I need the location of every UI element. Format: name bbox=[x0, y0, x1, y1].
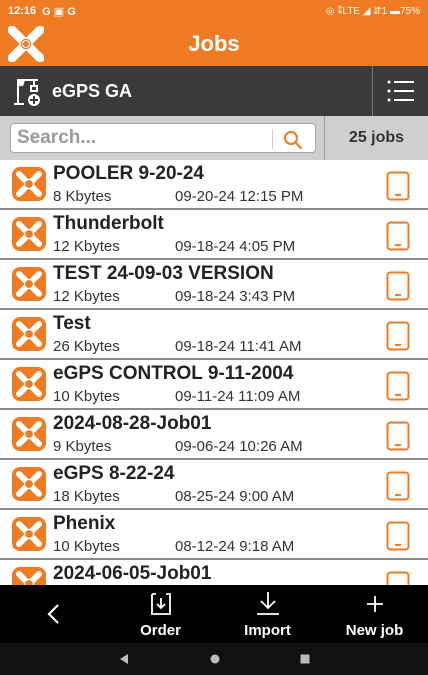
order-button[interactable]: Order bbox=[107, 585, 214, 643]
status-time: 12:16 bbox=[8, 5, 37, 17]
list-item[interactable]: eGPS 8-22-24 18 Kbytes 08-25-24 9:00 AM bbox=[0, 460, 428, 510]
job-size: 10 Kbytes bbox=[53, 538, 120, 555]
phone-outline-icon[interactable] bbox=[386, 221, 410, 251]
app-bar: Jobs bbox=[0, 22, 428, 66]
job-size: 12 Kbytes bbox=[53, 288, 120, 305]
list-menu-icon bbox=[387, 80, 414, 102]
job-size: 9 Kbytes bbox=[53, 438, 112, 455]
job-count: 25 jobs bbox=[324, 116, 428, 160]
plus-icon bbox=[366, 595, 383, 612]
list-item[interactable]: Phenix 10 Kbytes 08-12-24 9:18 AM bbox=[0, 510, 428, 560]
list-item[interactable]: 2024-08-28-Job01 9 Kbytes 09-06-24 10:26… bbox=[0, 410, 428, 460]
bottom-action-bar: Order Import New job bbox=[0, 585, 428, 643]
nav-recents-icon[interactable] bbox=[300, 654, 310, 664]
status-bar: 12:16 G ▣ G ◎ ⁑LTE ◢ ⇵1 ▬75% bbox=[0, 0, 428, 22]
search-separator bbox=[272, 129, 273, 149]
order-icon bbox=[150, 592, 171, 615]
egps-logo-icon bbox=[12, 217, 46, 251]
import-button[interactable]: Import bbox=[214, 585, 321, 643]
egps-logo-icon bbox=[12, 367, 46, 401]
job-name: POOLER 9-20-24 bbox=[53, 163, 204, 184]
phone-outline-icon[interactable] bbox=[386, 571, 410, 585]
job-list[interactable]: POOLER 9-20-24 8 Kbytes 09-20-24 12:15 P… bbox=[0, 160, 428, 585]
job-size: 12 Kbytes bbox=[53, 238, 120, 255]
job-size: 10 Kbytes bbox=[53, 388, 120, 405]
back-button[interactable] bbox=[0, 585, 107, 643]
menu-button[interactable] bbox=[372, 66, 428, 116]
search-box[interactable] bbox=[10, 123, 316, 153]
job-date: 08-25-24 9:00 AM bbox=[175, 488, 295, 505]
egps-logo-icon bbox=[12, 267, 46, 301]
egps-logo-icon bbox=[12, 467, 46, 501]
status-system: ◎ ⁑LTE ◢ ⇵1 ▬75% bbox=[325, 5, 420, 17]
order-label: Order bbox=[140, 621, 181, 639]
job-name: Phenix bbox=[53, 513, 116, 534]
phone-outline-icon[interactable] bbox=[386, 271, 410, 301]
list-item[interactable]: 2024-06-05-Job01 13 Kbytes 06-05-24 3:48… bbox=[0, 560, 428, 585]
new-job-label: New job bbox=[345, 621, 404, 639]
download-icon bbox=[256, 591, 279, 615]
list-item[interactable]: POOLER 9-20-24 8 Kbytes 09-20-24 12:15 P… bbox=[0, 160, 428, 210]
list-item[interactable]: Test 26 Kbytes 09-18-24 11:41 AM bbox=[0, 310, 428, 360]
phone-outline-icon[interactable] bbox=[386, 421, 410, 451]
phone-outline-icon[interactable] bbox=[386, 171, 410, 201]
page-title: Jobs bbox=[188, 31, 240, 56]
project-bar[interactable]: eGPS GA bbox=[0, 66, 428, 116]
list-item[interactable]: Thunderbolt 12 Kbytes 09-18-24 4:05 PM bbox=[0, 210, 428, 260]
egps-logo-icon bbox=[12, 417, 46, 451]
egps-logo-icon bbox=[12, 167, 46, 201]
nav-home-icon[interactable] bbox=[210, 654, 220, 664]
egps-logo-icon bbox=[12, 567, 46, 585]
search-icon[interactable] bbox=[283, 130, 303, 150]
job-name: Test bbox=[53, 313, 91, 334]
job-date: 09-18-24 3:43 PM bbox=[175, 288, 296, 305]
egps-logo-icon bbox=[12, 317, 46, 351]
job-name: eGPS 8-22-24 bbox=[53, 463, 175, 484]
search-input[interactable] bbox=[11, 124, 261, 152]
egps-logo-icon[interactable] bbox=[8, 26, 44, 62]
system-nav-bar bbox=[0, 643, 428, 675]
job-size: 8 Kbytes bbox=[53, 188, 112, 205]
job-size: 18 Kbytes bbox=[53, 488, 120, 505]
crane-icon bbox=[14, 79, 40, 106]
job-date: 09-06-24 10:26 AM bbox=[175, 438, 303, 455]
search-bar: 25 jobs bbox=[0, 116, 428, 160]
job-name: TEST 24-09-03 VERSION bbox=[53, 263, 274, 284]
phone-outline-icon[interactable] bbox=[386, 371, 410, 401]
import-label: Import bbox=[244, 621, 291, 639]
status-notifications: G ▣ G bbox=[42, 5, 76, 18]
job-date: 08-12-24 9:18 AM bbox=[175, 538, 295, 555]
phone-outline-icon[interactable] bbox=[386, 321, 410, 351]
list-item[interactable]: eGPS CONTROL 9-11-2004 10 Kbytes 09-11-2… bbox=[0, 360, 428, 410]
job-date: 09-18-24 4:05 PM bbox=[175, 238, 296, 255]
phone-outline-icon[interactable] bbox=[386, 471, 410, 501]
phone-outline-icon[interactable] bbox=[386, 521, 410, 551]
job-date: 09-11-24 11:09 AM bbox=[175, 388, 301, 405]
new-job-button[interactable]: New job bbox=[321, 585, 428, 643]
egps-logo-icon bbox=[12, 517, 46, 551]
chevron-left-icon bbox=[46, 604, 59, 624]
job-date: 09-20-24 12:15 PM bbox=[175, 188, 304, 205]
job-name: 2024-06-05-Job01 bbox=[53, 563, 212, 584]
job-name: 2024-08-28-Job01 bbox=[53, 413, 212, 434]
project-name: eGPS GA bbox=[52, 80, 133, 101]
job-date: 09-18-24 11:41 AM bbox=[175, 338, 302, 355]
nav-back-icon[interactable] bbox=[118, 653, 130, 665]
job-name: eGPS CONTROL 9-11-2004 bbox=[53, 363, 294, 384]
job-size: 26 Kbytes bbox=[53, 338, 120, 355]
list-item[interactable]: TEST 24-09-03 VERSION 12 Kbytes 09-18-24… bbox=[0, 260, 428, 310]
job-name: Thunderbolt bbox=[53, 213, 164, 234]
